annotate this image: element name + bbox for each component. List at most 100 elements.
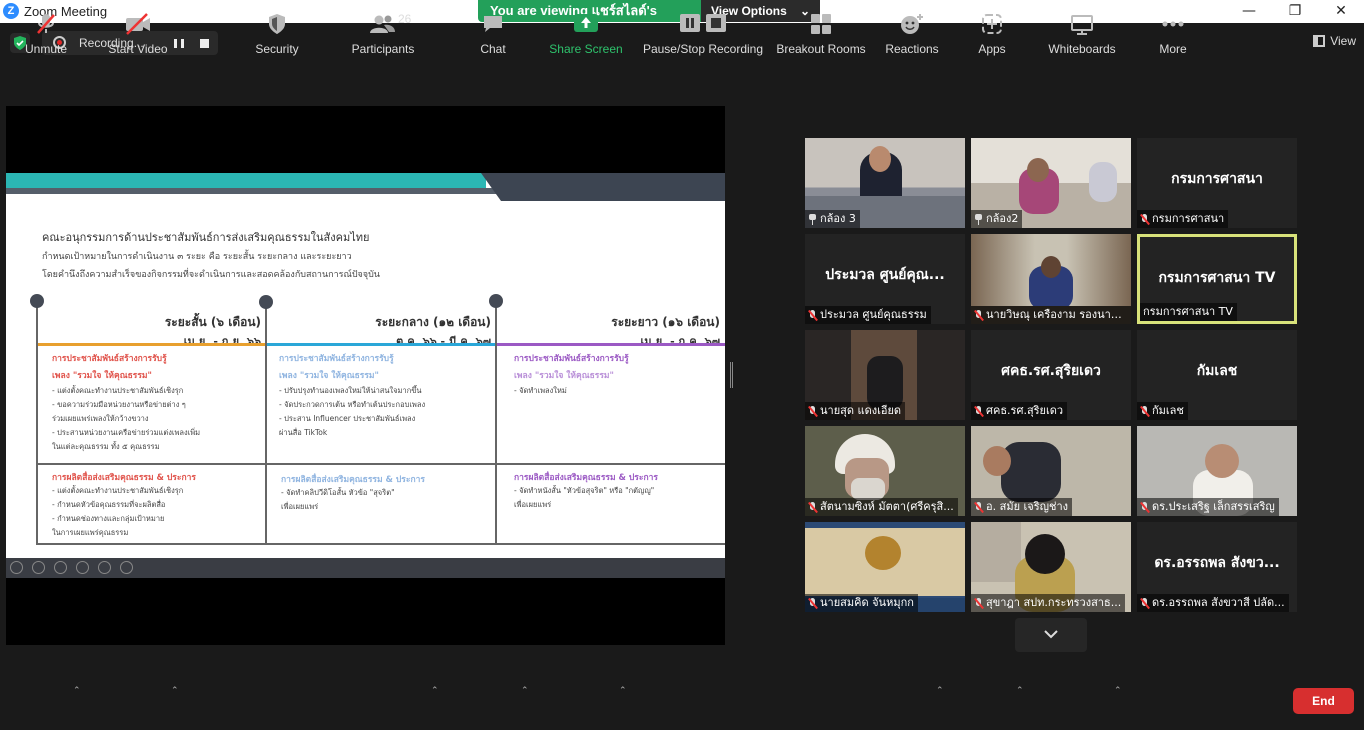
video-options-caret-icon[interactable]: ⌃	[171, 686, 181, 696]
bullet: - จัดทำคลิปวีดิโอสั้น หัวข้อ "สุจริต"	[281, 488, 395, 497]
bullet: - จัดทำเพลงใหม่	[514, 386, 567, 395]
presentation-slide: คณะอนุกรรมการด้านประชาสัมพันธ์การส่งเสริ…	[6, 173, 725, 578]
security-button[interactable]: Security	[252, 12, 302, 56]
mic-muted-icon	[1140, 405, 1149, 417]
participant-tile[interactable]: นายวิษณุ เครืองาม รองนายก...	[971, 234, 1131, 324]
chat-icon	[472, 12, 514, 36]
mic-muted-icon	[808, 309, 817, 321]
pause-stop-icon	[642, 12, 764, 36]
whiteboard-icon	[1044, 12, 1120, 36]
participant-name-label: กรมการศาสนา	[1137, 210, 1229, 228]
phase-period: เม.ย. - ก.ย. ๖๖	[183, 335, 261, 348]
participant-name: นายสมคิด จันหมุกก	[820, 596, 914, 609]
mic-muted-icon	[974, 597, 983, 609]
audio-options-caret-icon[interactable]: ⌃	[73, 686, 83, 696]
participants-button[interactable]: 26 Participants	[350, 12, 416, 56]
participant-name-label: นายสมคิด จันหมุกก	[805, 594, 918, 612]
participant-tile[interactable]: กล้อง 3	[805, 138, 965, 228]
participant-tile[interactable]: นายสมคิด จันหมุกก	[805, 522, 965, 612]
mic-muted-icon	[808, 405, 817, 417]
unmute-button[interactable]: Unmute	[20, 12, 72, 56]
participant-name-label: นายสุด แดงเอียด	[805, 402, 906, 420]
participant-tile[interactable]: ประมวล ศูนย์คุณ... ประมวล ศูนย์คุณธรรม	[805, 234, 965, 324]
bullet-list: - จัดทำหนังสั้น "หัวข้อสุจริต" หรือ "กตั…	[514, 484, 654, 512]
section-title: การผลิตสื่อส่งเสริมคุณธรรม & ประการ	[281, 475, 425, 485]
participant-tile[interactable]: สุขาฎา สปท.กระทรวงสาธ...	[971, 522, 1131, 612]
participant-name-label: ดร.อรรถพล สังขวาสี ปลัด...	[1137, 594, 1289, 612]
participant-tile[interactable]: กล้อง2	[971, 138, 1131, 228]
participant-tile[interactable]: กรมการศาสนา TV กรมการศาสนา TV	[1137, 234, 1297, 324]
phase-color-bar	[38, 343, 265, 346]
participant-tile[interactable]: นายสุด แดงเอียด	[805, 330, 965, 420]
apps-caret-icon[interactable]: ⌃	[1016, 686, 1026, 696]
copy-icon[interactable]	[76, 561, 90, 574]
reactions-caret-icon[interactable]: ⌃	[936, 686, 946, 696]
video-off-icon	[104, 12, 172, 36]
participant-tile[interactable]: กรมการศาสนา กรมการศาสนา	[1137, 138, 1297, 228]
apps-icon	[972, 12, 1012, 36]
whiteboards-caret-icon[interactable]: ⌃	[1114, 686, 1124, 696]
participant-name-label: ศคธ.รศ.สุริยเดว	[971, 402, 1068, 420]
next-slide-icon[interactable]	[32, 561, 46, 574]
participant-name-label: ประมวล ศูนย์คุณธรรม	[805, 306, 931, 324]
share-screen-button[interactable]: Share Screen	[549, 12, 623, 56]
end-meeting-button[interactable]: End	[1293, 688, 1354, 714]
bullet: เพื่อเผยแพร่	[281, 502, 319, 511]
breakout-rooms-button[interactable]: Breakout Rooms	[776, 12, 866, 56]
participant-name-label: อ. สมัย เจริญช่าง	[971, 498, 1073, 516]
whiteboards-button[interactable]: Whiteboards	[1044, 12, 1120, 56]
participant-tile[interactable]: ดร.อรรถพล สังขว... ดร.อรรถพล สังขวาสี ปลั…	[1137, 522, 1297, 612]
chat-caret-icon[interactable]: ⌃	[521, 686, 531, 696]
start-video-button[interactable]: Start Video	[104, 12, 172, 56]
section-subtitle: เพลง "รวมใจ ให้คุณธรรม"	[514, 371, 614, 381]
reactions-button[interactable]: Reactions	[884, 12, 940, 56]
apps-label: Apps	[978, 42, 1006, 56]
mic-muted-icon	[808, 597, 817, 609]
apps-button[interactable]: Apps	[972, 12, 1012, 56]
chat-button[interactable]: Chat	[472, 12, 514, 56]
participant-name-label: ดร.ประเสริฐ เล็กสรรเสริญ	[1137, 498, 1279, 516]
bullet-list: - จัดทำคลิปวีดิโอสั้น หัวข้อ "สุจริต" เพ…	[281, 486, 395, 514]
more-options-icon[interactable]	[120, 561, 134, 574]
share-caret-icon[interactable]: ⌃	[619, 686, 629, 696]
participant-name-label: กล้อง2	[971, 210, 1023, 228]
participant-tile[interactable]: อ. สมัย เจริญช่าง	[971, 426, 1131, 516]
pause-stop-recording-button[interactable]: Pause/Stop Recording	[642, 12, 764, 56]
mic-muted-icon	[974, 501, 983, 513]
reactions-label: Reactions	[885, 42, 939, 56]
restore-icon[interactable]: ❐	[1272, 0, 1318, 23]
timeline-line	[495, 301, 497, 544]
participant-name: กล้อง2	[986, 212, 1019, 225]
more-button[interactable]: More	[1154, 12, 1192, 56]
participant-tile[interactable]: กัมเลช กัมเลช	[1137, 330, 1297, 420]
participants-caret-icon[interactable]: ⌃	[431, 686, 441, 696]
bullet: - กำหนดช่องทางและกลุ่มเป้าหมาย	[52, 514, 165, 523]
split-divider-handle[interactable]	[730, 362, 733, 388]
close-icon[interactable]: ✕	[1318, 0, 1364, 23]
pen-icon[interactable]	[54, 561, 68, 574]
bullet-list: - แต่งตั้งคณะทำงานประชาสัมพันธ์เชิงรุก -…	[52, 384, 200, 454]
view-button[interactable]: View	[1313, 34, 1356, 48]
pause-recording-icon[interactable]	[174, 39, 184, 48]
zoom-icon[interactable]	[98, 561, 112, 574]
participant-name: กัมเลช	[1152, 404, 1184, 417]
section-title: การผลิตสื่อส่งเสริมคุณธรรม & ประการ	[514, 473, 658, 483]
stop-recording-icon[interactable]	[200, 39, 209, 48]
start-video-label: Start Video	[108, 42, 168, 56]
meeting-toolbar	[0, 670, 1364, 730]
participant-name: อ. สมัย เจริญช่าง	[986, 500, 1069, 513]
whiteboards-label: Whiteboards	[1048, 42, 1116, 56]
participants-icon: 26	[350, 12, 416, 36]
minimize-icon[interactable]: —	[1226, 0, 1272, 23]
row-divider	[36, 543, 725, 545]
participant-name: ศคธ.รศ.สุริยเดว	[986, 404, 1064, 417]
row-divider	[36, 463, 725, 465]
participant-tile[interactable]: ดร.ประเสริฐ เล็กสรรเสริญ	[1137, 426, 1297, 516]
pause-stop-label: Pause/Stop Recording	[642, 42, 764, 56]
participant-tile[interactable]: ศคธ.รศ.สุริยเดว ศคธ.รศ.สุริยเดว	[971, 330, 1131, 420]
prev-slide-icon[interactable]	[10, 561, 23, 574]
next-page-button[interactable]	[1015, 618, 1087, 652]
participant-tile[interactable]: สัตนามซิงห์ มัตตา(ศรีครุสิ...	[805, 426, 965, 516]
bullet: ผ่านสื่อ TikTok	[279, 428, 328, 437]
section-subtitle: เพลง "รวมใจ ให้คุณธรรม"	[279, 371, 379, 381]
